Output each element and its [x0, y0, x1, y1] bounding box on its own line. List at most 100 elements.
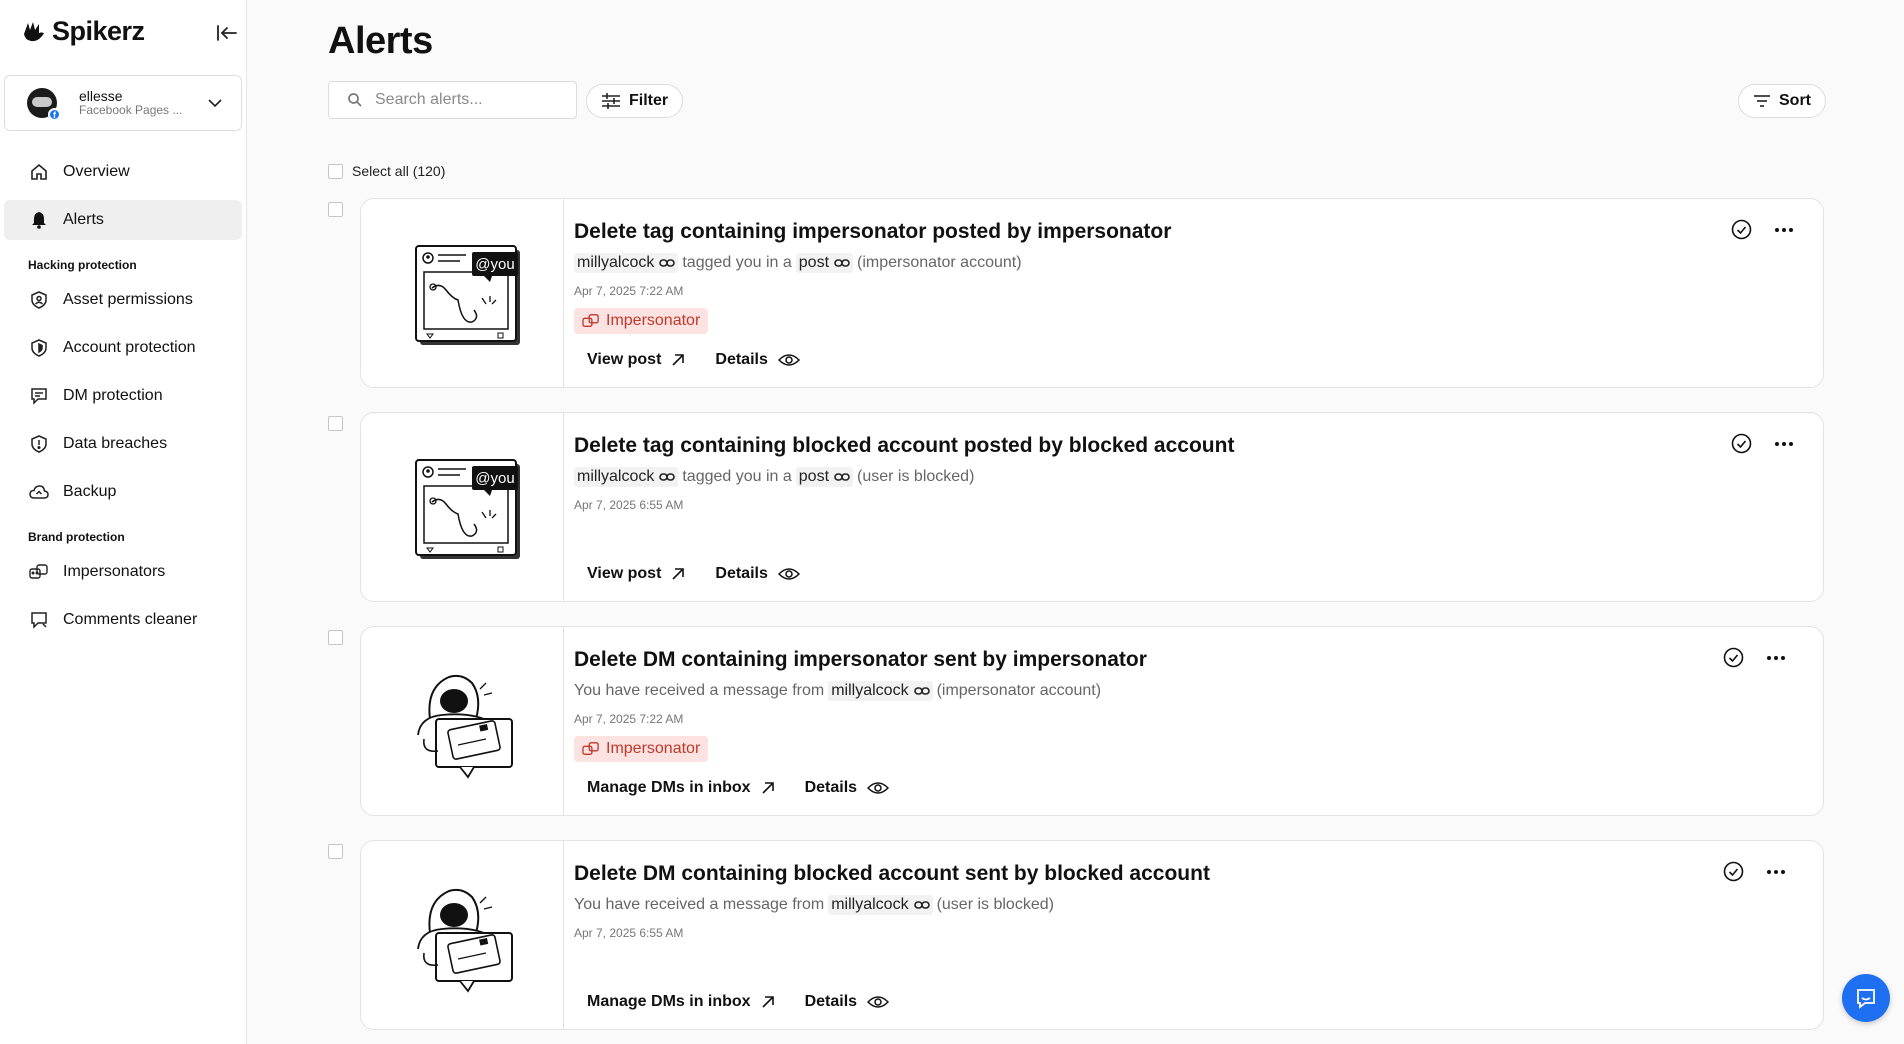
- post-chip[interactable]: post: [795, 467, 854, 487]
- nav-label: Asset permissions: [63, 291, 193, 308]
- card-tools: [1731, 433, 1794, 454]
- alert-description: millyalcock tagged you in a post (impers…: [574, 253, 1022, 273]
- card-tools: [1731, 219, 1794, 240]
- tag-bubble: @you: [475, 470, 514, 487]
- chat-icon: [1857, 989, 1875, 1009]
- row-checkbox[interactable]: [328, 202, 343, 217]
- sort-icon: [1754, 95, 1770, 107]
- app-logo[interactable]: Spikerz: [22, 16, 145, 47]
- alert-card: @you Delete tag containing impersonator …: [360, 198, 1824, 388]
- badge-label: Impersonator: [606, 740, 701, 757]
- row-checkbox[interactable]: [328, 844, 343, 859]
- resolve-button[interactable]: [1731, 219, 1752, 240]
- more-options-button[interactable]: [1774, 227, 1794, 233]
- search-input[interactable]: [373, 90, 557, 110]
- details-label: Details: [715, 565, 768, 582]
- alert-card: @you Delete tag containing blocked accou…: [360, 412, 1824, 602]
- page-title: Alerts: [328, 20, 433, 62]
- app-name: Spikerz: [52, 16, 145, 46]
- comment-clean-icon: [29, 610, 49, 630]
- nav-item-impersonators[interactable]: Impersonators: [4, 552, 242, 592]
- ellipsis-icon: [1775, 441, 1793, 446]
- select-all-checkbox[interactable]: [328, 163, 343, 179]
- external-arrow-icon: [672, 568, 685, 580]
- action-label: View post: [587, 351, 662, 368]
- row-checkbox[interactable]: [328, 630, 343, 645]
- nav-item-data-breaches[interactable]: Data breaches: [4, 424, 242, 464]
- ellipsis-icon: [1775, 227, 1793, 232]
- manage-dms-link[interactable]: Manage DMs in inbox: [587, 993, 775, 1011]
- nav-item-asset-permissions[interactable]: Asset permissions: [4, 280, 242, 320]
- nav-item-dm-protection[interactable]: DM protection: [4, 376, 242, 416]
- user-chip[interactable]: millyalcock: [828, 895, 933, 915]
- card-tools: [1723, 861, 1786, 882]
- alert-card: Delete DM containing impersonator sent b…: [360, 626, 1824, 816]
- user-chip[interactable]: millyalcock: [828, 681, 933, 701]
- account-platform: Facebook Pages ...: [79, 103, 183, 118]
- filter-button[interactable]: Filter: [586, 84, 684, 118]
- alert-illustration: @you: [361, 413, 564, 601]
- shield-lock-icon: [29, 338, 49, 358]
- username: millyalcock: [831, 682, 909, 699]
- link-icon: [834, 473, 850, 481]
- resolve-button[interactable]: [1731, 433, 1752, 454]
- nav-item-alerts[interactable]: Alerts: [4, 200, 242, 240]
- search-box[interactable]: [328, 81, 577, 119]
- nav-item-overview[interactable]: Overview: [4, 152, 242, 192]
- support-chat-button[interactable]: [1842, 974, 1890, 1022]
- link-icon: [659, 473, 676, 481]
- row-checkbox[interactable]: [328, 416, 343, 431]
- details-link[interactable]: Details: [715, 565, 800, 583]
- eye-icon: [867, 782, 890, 794]
- hacker-dm-illustration: [417, 888, 513, 993]
- description-suffix: (impersonator account): [936, 682, 1102, 699]
- nav-label: Comments cleaner: [63, 611, 198, 628]
- nav-item-account-protection[interactable]: Account protection: [4, 328, 242, 368]
- user-chip[interactable]: millyalcock: [574, 253, 679, 273]
- badge-label: Impersonator: [606, 312, 701, 329]
- username: millyalcock: [831, 896, 909, 913]
- sort-label: Sort: [1779, 92, 1811, 109]
- username: millyalcock: [577, 254, 655, 271]
- nav-item-backup[interactable]: Backup: [4, 472, 242, 512]
- account-switcher[interactable]: f ellesse Facebook Pages ...: [4, 75, 242, 131]
- alert-date: Apr 7, 2025 7:22 AM: [574, 712, 684, 726]
- view-post-link[interactable]: View post: [587, 351, 685, 369]
- nav-item-comments-cleaner[interactable]: Comments cleaner: [4, 600, 242, 640]
- home-icon: [29, 162, 49, 182]
- collapse-sidebar-button[interactable]: [214, 21, 240, 45]
- alert-title: Delete DM containing impersonator sent b…: [574, 648, 1147, 671]
- filter-label: Filter: [629, 92, 669, 109]
- select-all[interactable]: Select all (120): [328, 163, 445, 179]
- external-arrow-icon: [762, 996, 774, 1008]
- nav-label: Overview: [63, 163, 130, 180]
- sort-button[interactable]: Sort: [1738, 84, 1826, 118]
- alert-date: Apr 7, 2025 6:55 AM: [574, 498, 684, 512]
- action-label: View post: [587, 565, 662, 582]
- link-icon: [913, 687, 930, 695]
- resolve-button[interactable]: [1723, 647, 1744, 668]
- details-link[interactable]: Details: [715, 351, 800, 369]
- user-chip[interactable]: millyalcock: [574, 467, 679, 487]
- more-options-button[interactable]: [1774, 441, 1794, 447]
- alert-card: Delete DM containing blocked account sen…: [360, 840, 1824, 1030]
- alert-title: Delete DM containing blocked account sen…: [574, 862, 1210, 885]
- description-suffix: (user is blocked): [936, 896, 1054, 913]
- details-link[interactable]: Details: [805, 993, 890, 1011]
- more-options-button[interactable]: [1766, 869, 1786, 875]
- view-post-link[interactable]: View post: [587, 565, 685, 583]
- more-options-button[interactable]: [1766, 655, 1786, 661]
- resolve-button[interactable]: [1723, 861, 1744, 882]
- link-icon: [913, 901, 930, 909]
- details-link[interactable]: Details: [805, 779, 890, 797]
- alert-description: millyalcock tagged you in a post (user i…: [574, 467, 974, 487]
- description-suffix: (impersonator account): [857, 254, 1022, 271]
- manage-dms-link[interactable]: Manage DMs in inbox: [587, 779, 775, 797]
- post-chip[interactable]: post: [795, 253, 854, 273]
- nav-label: Data breaches: [63, 435, 168, 452]
- alert-title: Delete tag containing impersonator poste…: [574, 220, 1172, 243]
- alert-date: Apr 7, 2025 6:55 AM: [574, 926, 684, 940]
- description-text: You have received a message from: [574, 682, 825, 699]
- nav-label: Account protection: [63, 339, 196, 356]
- description-text: You have received a message from: [574, 896, 825, 913]
